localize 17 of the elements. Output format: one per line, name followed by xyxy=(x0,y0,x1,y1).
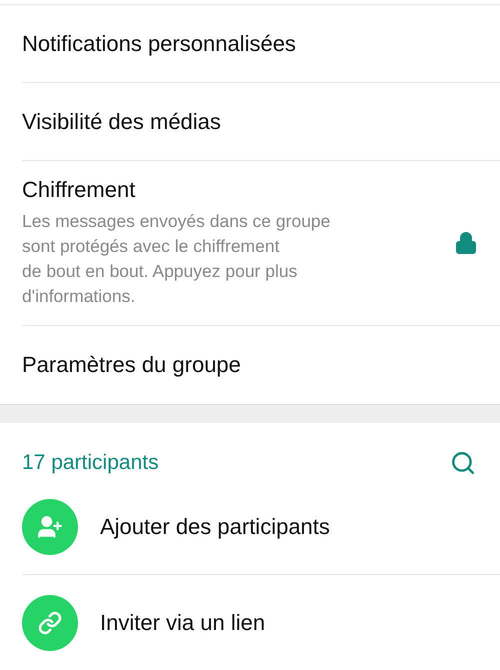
search-icon xyxy=(450,450,476,476)
setting-title: Visibilité des médias xyxy=(22,108,221,134)
action-item[interactable]: Ajouter des participants xyxy=(22,479,500,575)
link-icon xyxy=(38,610,62,634)
settings-row[interactable]: Paramètres du groupe xyxy=(22,326,500,404)
setting-title: Paramètres du groupe xyxy=(22,352,241,378)
action-item[interactable]: Inviter via un lien xyxy=(22,575,500,670)
setting-title: Notifications personnalisées xyxy=(22,30,296,56)
setting-title: Chiffrement xyxy=(22,177,136,203)
lock-icon xyxy=(454,231,478,255)
section-heading: 17 participants xyxy=(22,451,159,475)
search-button[interactable] xyxy=(450,450,476,476)
settings-row[interactable]: Notifications personnalisées xyxy=(22,5,500,83)
add-person-icon xyxy=(37,514,63,540)
settings-row[interactable]: Chiffrement Les messages envoyés dans ce groupe sont protégés avec le chiffrement de bout en bout. Appuyez pour plus d'informations. xyxy=(22,161,500,326)
settings-row[interactable]: Visibilité des médias xyxy=(22,83,500,161)
setting-description: Les messages envoyés dans ce groupe sont protégés avec le chiffrement de bout en bout. Appuyez pour plus d'informations. xyxy=(22,210,330,308)
